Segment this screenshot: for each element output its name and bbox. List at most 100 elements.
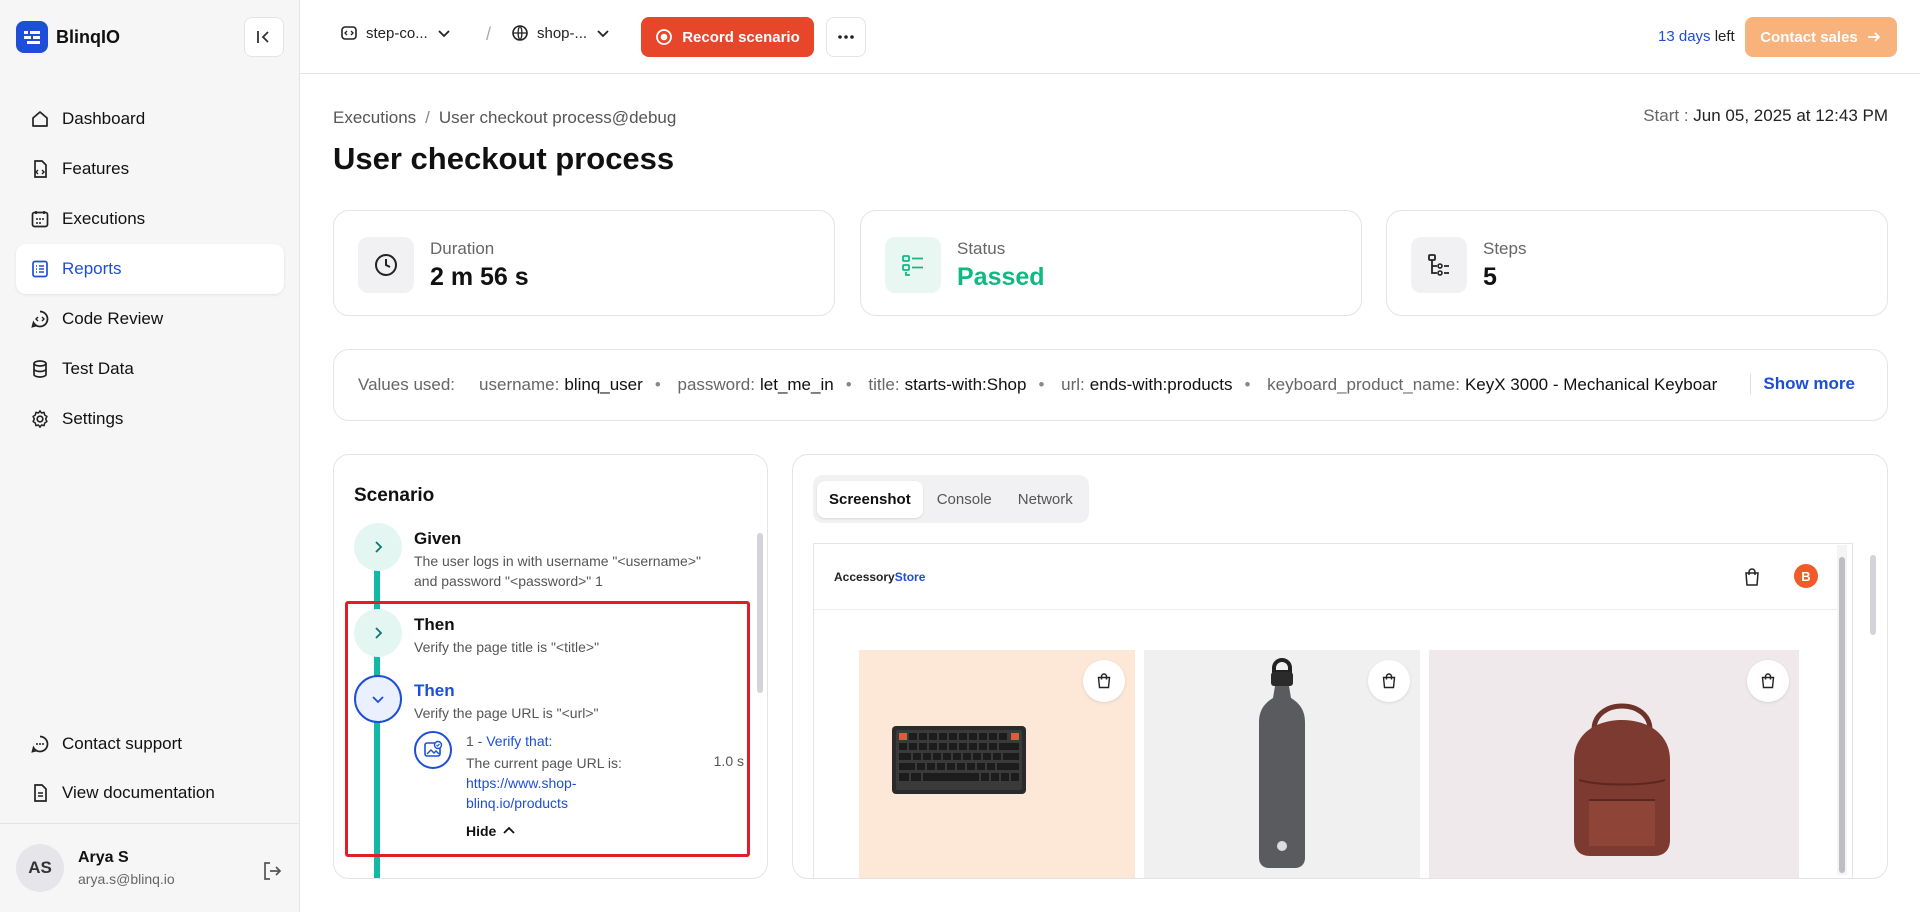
document-icon [34, 783, 47, 802]
screenshot-scrollbar[interactable] [1837, 545, 1847, 875]
evidence-tabs: Screenshot Console Network [813, 475, 1089, 523]
gear-icon [32, 410, 48, 428]
value-separator: • [1244, 375, 1251, 394]
product-card-keyboard [859, 650, 1135, 878]
logo[interactable]: BlinqIO [16, 21, 120, 53]
shopping-bag-icon [1744, 568, 1760, 591]
scenario-scrollbar[interactable] [757, 533, 763, 693]
show-more-link[interactable]: Show more [1750, 374, 1855, 394]
sidebar-item-settings[interactable]: Settings [16, 394, 284, 444]
steps-card: Steps 5 [1386, 210, 1888, 316]
sidebar-item-features[interactable]: Features [16, 144, 284, 194]
view-documentation-link[interactable]: View documentation [16, 768, 284, 817]
breadcrumb-executions[interactable]: Executions [333, 108, 416, 127]
tab-network[interactable]: Network [1006, 481, 1085, 518]
topbar-separator: / [486, 24, 492, 44]
value-separator: • [654, 375, 661, 394]
contact-support-link[interactable]: Contact support [16, 719, 284, 768]
value-val: blinq_user [564, 375, 643, 394]
start-label: Start : [1643, 106, 1694, 125]
breadcrumb-current: User checkout process@debug [438, 108, 677, 127]
scrollbar-thumb[interactable] [1839, 557, 1845, 873]
sidebar-item-dashboard[interactable]: Dashboard [16, 94, 284, 144]
topbar: step-co... / shop-... Record scenario 13… [300, 0, 1920, 74]
more-options-button[interactable] [826, 17, 866, 57]
store-name-b: Store [894, 570, 926, 584]
add-to-bag-button [1083, 660, 1125, 702]
store-logo: AccessoryStore [834, 570, 925, 584]
clock-icon [358, 237, 414, 293]
value-separator: • [845, 375, 852, 394]
environment-selector[interactable]: shop-... [511, 24, 611, 42]
avatar[interactable]: AS [16, 844, 64, 892]
duration-card: Duration 2 m 56 s [333, 210, 835, 316]
project-selector[interactable]: step-co... [340, 24, 452, 42]
trial-suffix: left [1710, 28, 1735, 45]
values-used-label: Values used: [358, 375, 456, 394]
value-key: password: [677, 375, 755, 394]
code-chat-icon [31, 310, 49, 328]
app-name: BlinqIO [56, 26, 120, 47]
sidebar-item-executions[interactable]: Executions [16, 194, 284, 244]
database-icon [33, 360, 47, 378]
scenario-panel: Scenario Given The user logs in with use… [333, 454, 768, 879]
step-description: The user logs in with username "<usernam… [414, 553, 701, 589]
record-scenario-label: Record scenario [682, 28, 800, 46]
start-time: Start : Jun 05, 2025 at 12:43 PM [1643, 106, 1888, 126]
tab-console[interactable]: Console [925, 481, 1004, 518]
store-header: AccessoryStore B [814, 544, 1844, 610]
values-used-list: username: blinq_user • password: let_me_in •… [467, 375, 1767, 395]
page-title: User checkout process [333, 141, 675, 176]
evidence-panel: Screenshot Console Network AccessoryStor… [792, 454, 1888, 879]
breadcrumb-separator: / [425, 108, 430, 127]
status-label: Status [957, 239, 1006, 258]
value-separator: • [1038, 375, 1045, 394]
scenario-title: Scenario [354, 485, 435, 506]
contact-support-label: Contact support [62, 733, 183, 753]
shopping-bag-icon [1097, 673, 1111, 689]
value-key: url: [1061, 375, 1085, 394]
step-keyword: Given [414, 529, 462, 548]
user-name: Arya S [78, 849, 129, 866]
chat-dots-icon [31, 735, 49, 753]
record-scenario-button[interactable]: Record scenario [641, 17, 814, 57]
steps-value: 5 [1483, 263, 1497, 291]
value-key: keyboard_product_name: [1267, 375, 1460, 394]
record-icon [656, 29, 673, 45]
store-user-avatar: B [1794, 564, 1818, 588]
collapse-left-icon [257, 31, 269, 43]
user-info: Arya S arya.s@blinq.io [78, 849, 175, 887]
logout-icon [264, 862, 282, 880]
product-card-bottle [1144, 650, 1420, 878]
chevron-right-icon[interactable] [354, 523, 402, 571]
sidebar-item-test-data[interactable]: Test Data [16, 344, 284, 394]
tab-screenshot[interactable]: Screenshot [817, 480, 923, 518]
status-list-icon [885, 237, 941, 293]
sidebar-item-reports[interactable]: Reports [16, 244, 284, 294]
sidebar-nav: Dashboard Features Executions Reports Co… [16, 94, 284, 444]
sidebar-item-code-review[interactable]: Code Review [16, 294, 284, 344]
sidebar-item-label: Features [62, 159, 130, 178]
status-card: Status Passed [860, 210, 1362, 316]
contact-sales-button[interactable]: Contact sales [1745, 17, 1897, 57]
steps-label: Steps [1483, 239, 1527, 258]
sidebar-item-label: Reports [62, 259, 122, 278]
sidebar-item-label: Settings [62, 409, 124, 428]
chevron-down-icon [438, 30, 450, 38]
shopping-bag-icon [1382, 673, 1396, 689]
duration-value: 2 m 56 s [430, 263, 529, 291]
logout-button[interactable] [261, 860, 283, 887]
add-to-bag-button [1747, 660, 1789, 702]
globe-icon [512, 25, 528, 41]
blinqio-logo-icon [16, 21, 48, 53]
file-code-icon [34, 160, 47, 178]
collapse-sidebar-button[interactable] [244, 17, 284, 57]
panel-scrollbar[interactable] [1870, 555, 1876, 635]
start-value: Jun 05, 2025 at 12:43 PM [1693, 106, 1888, 125]
value-key: username: [479, 375, 560, 394]
value-key: title: [868, 375, 900, 394]
more-horizontal-icon [838, 35, 854, 39]
add-to-bag-button [1368, 660, 1410, 702]
value-val: let_me_in [759, 375, 834, 394]
status-value: Passed [957, 263, 1045, 291]
